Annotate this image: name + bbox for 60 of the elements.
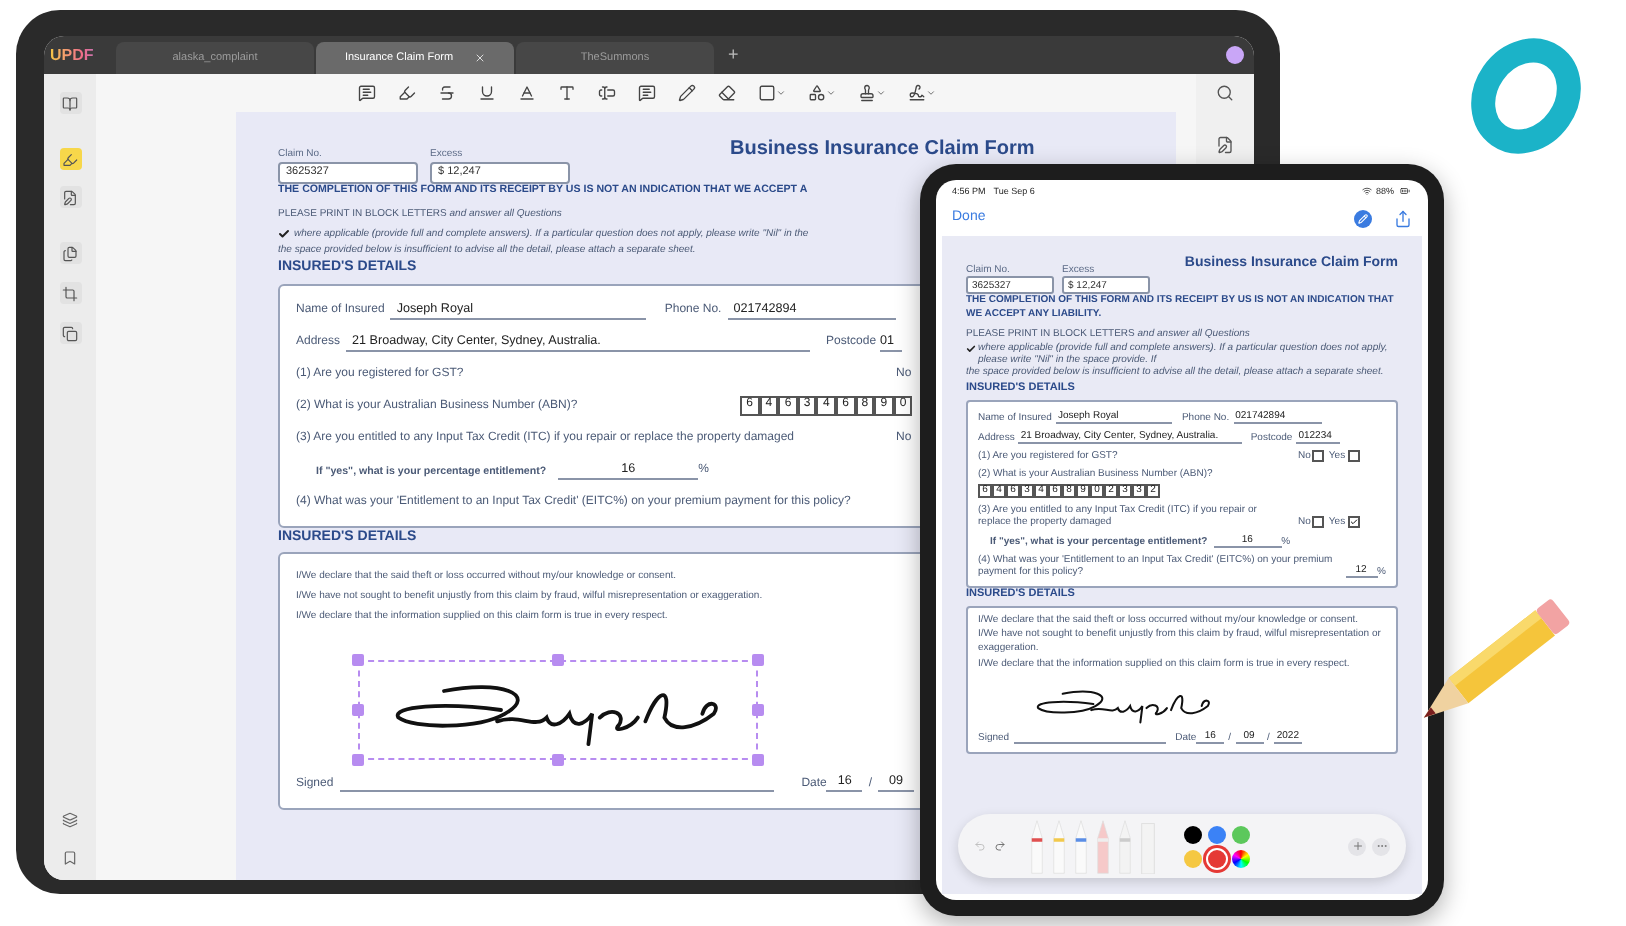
text-icon[interactable]	[557, 84, 575, 102]
selection-frame[interactable]	[358, 659, 758, 760]
caret-icon[interactable]	[825, 88, 835, 98]
book-icon[interactable]	[59, 92, 81, 114]
resize-handle[interactable]	[752, 753, 764, 766]
caret-icon[interactable]	[875, 88, 885, 98]
stamp-icon[interactable]	[857, 84, 875, 102]
copy-icon[interactable]	[59, 322, 81, 344]
color-picker[interactable]	[1232, 849, 1250, 867]
text-underline-icon[interactable]	[517, 84, 535, 102]
form-title: Business Insurance Claim Form	[730, 138, 1035, 162]
marker-icon[interactable]	[1074, 819, 1088, 873]
comment-icon[interactable]	[357, 84, 375, 102]
color-swatch[interactable]	[1184, 825, 1202, 843]
pencil-icon[interactable]	[677, 84, 695, 102]
signature-icon[interactable]	[907, 84, 925, 102]
resize-handle[interactable]	[352, 753, 364, 766]
resize-handle[interactable]	[352, 703, 364, 716]
pen-icon[interactable]	[1030, 819, 1044, 873]
wifi-icon	[1361, 185, 1372, 196]
resize-handle[interactable]	[352, 653, 364, 666]
highlighter-icon[interactable]	[59, 148, 81, 170]
avatar[interactable]	[1226, 46, 1244, 64]
document-icon[interactable]	[1216, 136, 1234, 154]
strikethrough-icon[interactable]	[437, 84, 455, 102]
underline-icon[interactable]	[477, 84, 495, 102]
resize-handle[interactable]	[752, 653, 764, 666]
caret-icon[interactable]	[925, 88, 935, 98]
new-tab-button[interactable]: +	[728, 44, 739, 66]
checkbox[interactable]	[1312, 515, 1325, 528]
bookmark-icon[interactable]	[62, 850, 78, 866]
callout-icon[interactable]	[637, 84, 655, 102]
color-swatch[interactable]	[1232, 825, 1250, 843]
checkbox[interactable]	[1347, 449, 1360, 462]
color-swatch[interactable]	[1208, 849, 1226, 867]
text-box-icon[interactable]	[597, 84, 615, 102]
resize-handle[interactable]	[752, 703, 764, 716]
caret-icon[interactable]	[775, 88, 785, 98]
search-icon[interactable]	[1216, 84, 1234, 102]
color-swatch[interactable]	[1184, 849, 1202, 867]
battery-icon	[1398, 185, 1412, 196]
shapes-icon[interactable]	[807, 84, 825, 102]
checkbox[interactable]	[1312, 449, 1325, 462]
layers-icon[interactable]	[62, 812, 78, 828]
ring-drawing	[1471, 38, 1581, 154]
redo-icon[interactable]	[994, 840, 1006, 852]
color-swatch[interactable]	[1208, 825, 1226, 843]
eraser-icon[interactable]	[717, 84, 735, 102]
resize-handle[interactable]	[552, 653, 564, 666]
pages-icon[interactable]	[59, 242, 81, 264]
markup-icon[interactable]	[1354, 210, 1372, 228]
close-icon[interactable]	[473, 52, 486, 64]
checkbox[interactable]	[1347, 515, 1360, 528]
rectangle-icon[interactable]	[757, 84, 775, 102]
resize-handle[interactable]	[552, 753, 564, 766]
crop-icon[interactable]	[59, 282, 81, 304]
highlighter-icon[interactable]	[397, 84, 415, 102]
share-icon[interactable]	[1394, 210, 1412, 228]
checkmark-icon	[1349, 517, 1358, 526]
edit-page-icon[interactable]	[59, 186, 81, 208]
